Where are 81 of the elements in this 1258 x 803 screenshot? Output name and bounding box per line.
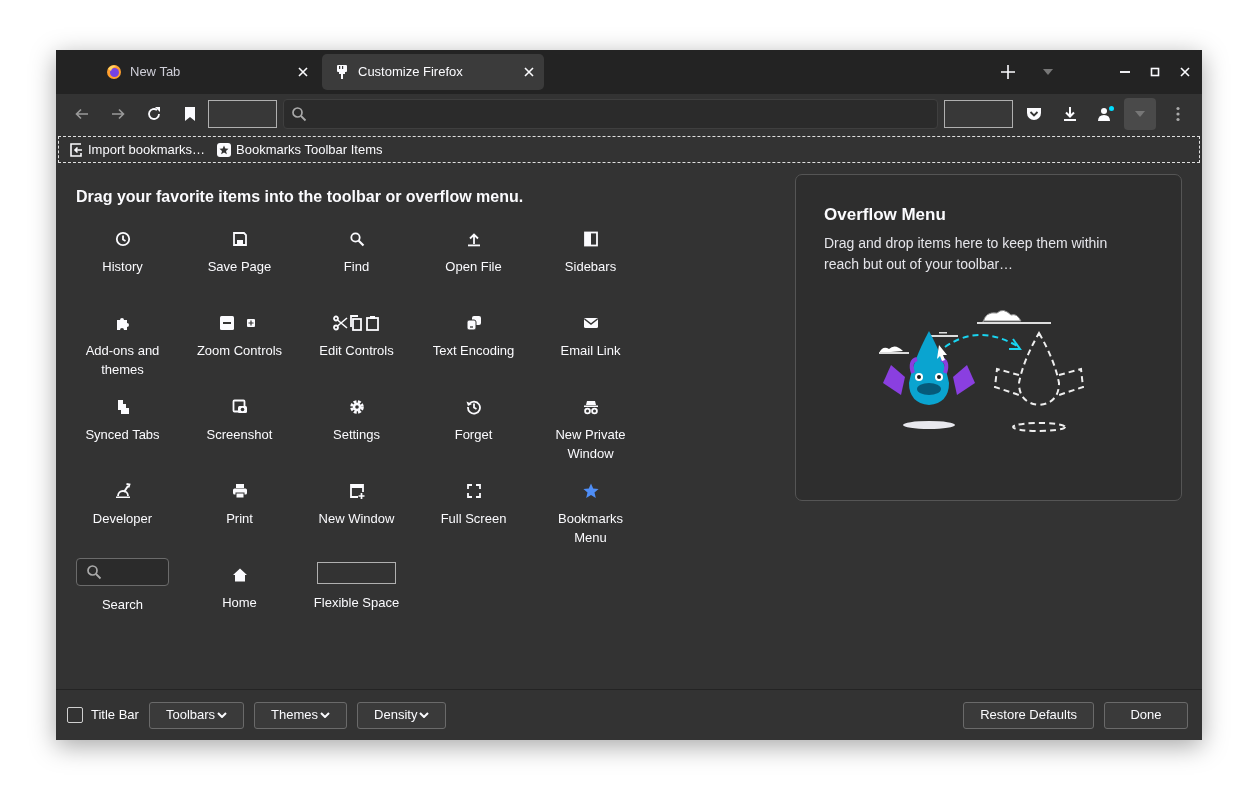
printer-icon xyxy=(231,483,248,500)
screenshot-icon xyxy=(231,399,248,416)
import-icon xyxy=(69,142,83,157)
corner-brackets-icon xyxy=(465,483,482,500)
clock-icon xyxy=(114,231,131,248)
palette-item[interactable]: Find xyxy=(298,224,415,309)
download-icon xyxy=(1062,106,1078,122)
search-icon xyxy=(86,564,102,581)
scissors-copy-paste-icon xyxy=(332,315,381,332)
gear-icon xyxy=(348,399,365,416)
palette-item[interactable]: Zoom Controls xyxy=(181,308,298,393)
palette-item[interactable]: Flexible Space xyxy=(298,560,415,645)
restore-defaults-button[interactable]: Restore Defaults xyxy=(963,701,1094,729)
hat-glasses-icon xyxy=(582,399,599,416)
flexible-space xyxy=(944,100,1013,128)
palette-item[interactable]: New Private Window xyxy=(532,392,649,477)
chevron-down-icon xyxy=(320,712,331,718)
done-button[interactable]: Done xyxy=(1104,701,1188,729)
close-icon xyxy=(1180,67,1190,77)
tab[interactable]: Customize Firefox xyxy=(322,54,544,90)
stacked-pages-icon xyxy=(465,315,482,332)
close-tab-button[interactable] xyxy=(524,67,534,77)
star-icon xyxy=(582,483,599,500)
caret-down-icon xyxy=(1135,111,1145,117)
import-bookmarks-link[interactable]: Import bookmarks… xyxy=(88,139,206,160)
search-icon xyxy=(348,231,365,248)
bookmark-item[interactable]: Bookmarks Toolbar Items xyxy=(236,139,383,160)
plus-icon xyxy=(1000,64,1016,80)
dropdown-button[interactable]: Themes xyxy=(254,701,348,729)
bookmark-icon xyxy=(184,106,196,122)
caret-down-icon xyxy=(1043,69,1053,75)
chevron-down-icon xyxy=(419,712,430,718)
maximize-icon xyxy=(1150,67,1160,77)
checkbox[interactable] xyxy=(67,707,83,723)
puzzle-piece-icon xyxy=(114,315,131,332)
chevron-down-icon xyxy=(217,712,228,718)
clock-arrow-icon xyxy=(465,399,482,416)
palette-item[interactable]: Forget xyxy=(415,392,532,477)
close-tab-button[interactable] xyxy=(298,67,308,77)
dropdown-button[interactable]: Density xyxy=(357,701,447,729)
window-plus-icon xyxy=(348,483,365,500)
palette-heading: Drag your favorite items into the toolbar or overflow menu. xyxy=(76,187,525,207)
palette-item[interactable]: Sidebars xyxy=(532,224,649,309)
palette-item[interactable]: Edit Controls xyxy=(298,308,415,393)
palette-item[interactable]: New Window xyxy=(298,476,415,561)
reload-icon xyxy=(146,106,162,122)
menu-icon xyxy=(1176,106,1180,122)
palette-item[interactable]: Print xyxy=(181,476,298,561)
checkbox-label: Title Bar xyxy=(91,706,139,725)
palette-item[interactable]: Text Encoding xyxy=(415,308,532,393)
tab[interactable]: New Tab xyxy=(92,54,318,90)
palette-item[interactable]: Email Link xyxy=(532,308,649,393)
palette-item[interactable]: Full Screen xyxy=(415,476,532,561)
palette-item[interactable]: History xyxy=(64,224,181,309)
close-icon xyxy=(524,67,534,77)
panel-description: Drag and drop items here to keep them within reach but out of your toolbar… xyxy=(824,234,1109,275)
palette-item[interactable]: Home xyxy=(181,560,298,645)
sidebar-icon xyxy=(582,231,599,248)
star-icon xyxy=(217,142,232,157)
panel-title: Overflow Menu xyxy=(824,205,947,226)
palette-item[interactable]: Settings xyxy=(298,392,415,477)
minimize-icon xyxy=(1120,71,1130,73)
pocket-icon xyxy=(1026,106,1042,122)
account-icon xyxy=(1097,106,1115,122)
house-icon xyxy=(231,567,248,584)
search-icon xyxy=(291,106,307,122)
palette-item[interactable]: Screenshot xyxy=(181,392,298,477)
palette-item[interactable]: Search xyxy=(64,560,181,645)
palette-item[interactable]: Synced Tabs xyxy=(64,392,181,477)
palette-item[interactable]: Bookmarks Menu xyxy=(532,476,649,561)
flexible-space xyxy=(208,100,277,128)
palette-item[interactable]: Save Page xyxy=(181,224,298,309)
paintbrush-icon xyxy=(334,64,350,80)
wrench-icon xyxy=(114,483,131,500)
left-arrow-icon xyxy=(74,106,90,122)
palette-item[interactable]: Add-ons and themes xyxy=(64,308,181,393)
dropdown-button[interactable]: Toolbars xyxy=(148,701,245,729)
upload-icon xyxy=(465,231,482,248)
right-arrow-icon xyxy=(110,106,126,122)
close-icon xyxy=(298,67,308,77)
palette-item[interactable]: Open File xyxy=(415,224,532,309)
